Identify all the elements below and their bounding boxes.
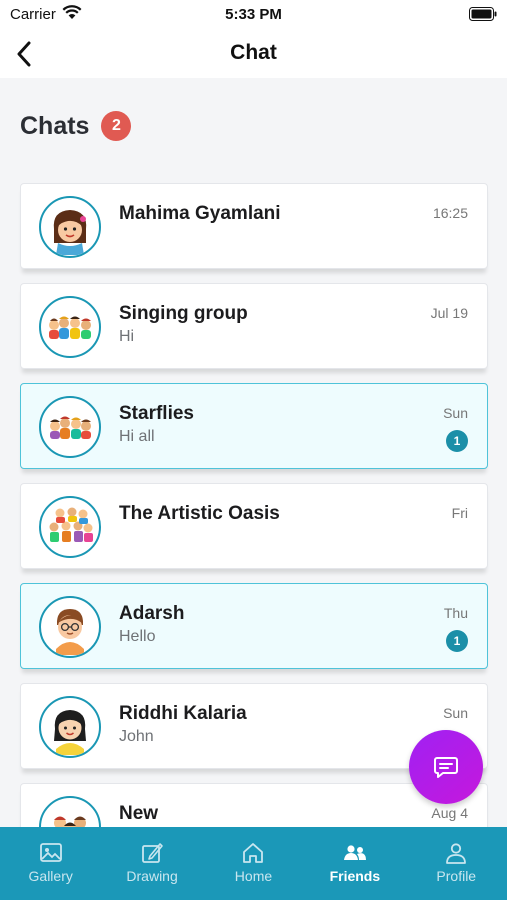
navigation-bar: Chat xyxy=(0,30,507,78)
section-title: Chats xyxy=(20,111,90,140)
gallery-icon xyxy=(39,843,62,862)
unread-count-badge: 1 xyxy=(446,430,468,452)
chat-row-adarsh[interactable]: Adarsh Hello Thu 1 xyxy=(20,583,488,669)
chat-time: Sun xyxy=(443,705,468,721)
battery-icon xyxy=(469,7,497,26)
chat-count-badge: 2 xyxy=(101,111,132,141)
chat-time: 16:25 xyxy=(432,205,468,221)
chat-name: Mahima Gyamlani xyxy=(119,203,281,224)
chat-name: The Artistic Oasis xyxy=(119,503,280,524)
chat-preview: Hello xyxy=(119,628,156,645)
tab-home[interactable]: Home xyxy=(203,827,304,900)
avatar xyxy=(39,396,101,458)
tab-label: Drawing xyxy=(126,868,178,884)
tab-bar: Gallery Drawing Home Friends Profile xyxy=(0,827,507,900)
chat-name: New xyxy=(119,803,159,824)
chats-header: Chats 2 xyxy=(20,108,132,144)
chat-preview: Hi all xyxy=(119,428,155,445)
chat-name: Riddhi Kalaria xyxy=(119,703,247,724)
back-button[interactable] xyxy=(8,38,40,70)
tab-label: Home xyxy=(234,868,273,884)
status-bar: Carrier 5:33 PM xyxy=(0,0,507,30)
message-icon xyxy=(434,757,458,778)
chat-row-singing-group[interactable]: Singing group Hi Jul 19 xyxy=(20,283,488,369)
friends-icon xyxy=(343,845,366,860)
profile-icon xyxy=(446,843,467,864)
avatar xyxy=(39,196,101,258)
chat-name: Starflies xyxy=(119,403,194,424)
chat-row-mahima-gyamlani[interactable]: Mahima Gyamlani 16:25 xyxy=(20,183,488,269)
clock: 5:33 PM xyxy=(225,6,282,23)
avatar xyxy=(39,696,101,758)
tab-label: Profile xyxy=(436,868,477,884)
chat-name: Adarsh xyxy=(119,603,185,624)
unread-count-badge: 1 xyxy=(446,630,468,652)
chat-name: Singing group xyxy=(119,303,248,324)
chat-preview: Hi xyxy=(119,328,135,345)
chat-time: Sun xyxy=(443,405,468,421)
chat-row-the-artistic-oasis[interactable]: The Artistic Oasis Fri xyxy=(20,483,488,569)
page-title: Chat xyxy=(230,41,277,64)
chat-row-starflies[interactable]: Starflies Hi all Sun 1 xyxy=(20,383,488,469)
tab-profile[interactable]: Profile xyxy=(406,827,507,900)
home-icon xyxy=(243,843,264,863)
avatar xyxy=(39,296,101,358)
tab-label: Gallery xyxy=(28,868,73,884)
chat-time: Fri xyxy=(451,505,468,521)
tab-drawing[interactable]: Drawing xyxy=(101,827,202,900)
chat-time: Aug 4 xyxy=(431,805,468,821)
chat-time: Thu xyxy=(443,605,468,621)
avatar xyxy=(39,496,101,558)
chat-time: Jul 19 xyxy=(430,305,468,321)
drawing-icon xyxy=(142,843,163,863)
chat-preview: John xyxy=(119,728,154,745)
tab-friends[interactable]: Friends xyxy=(304,827,405,900)
chevron-left-icon xyxy=(17,41,31,67)
avatar xyxy=(39,596,101,658)
tab-gallery[interactable]: Gallery xyxy=(0,827,101,900)
tab-label: Friends xyxy=(329,868,381,884)
new-chat-button[interactable] xyxy=(409,730,483,804)
